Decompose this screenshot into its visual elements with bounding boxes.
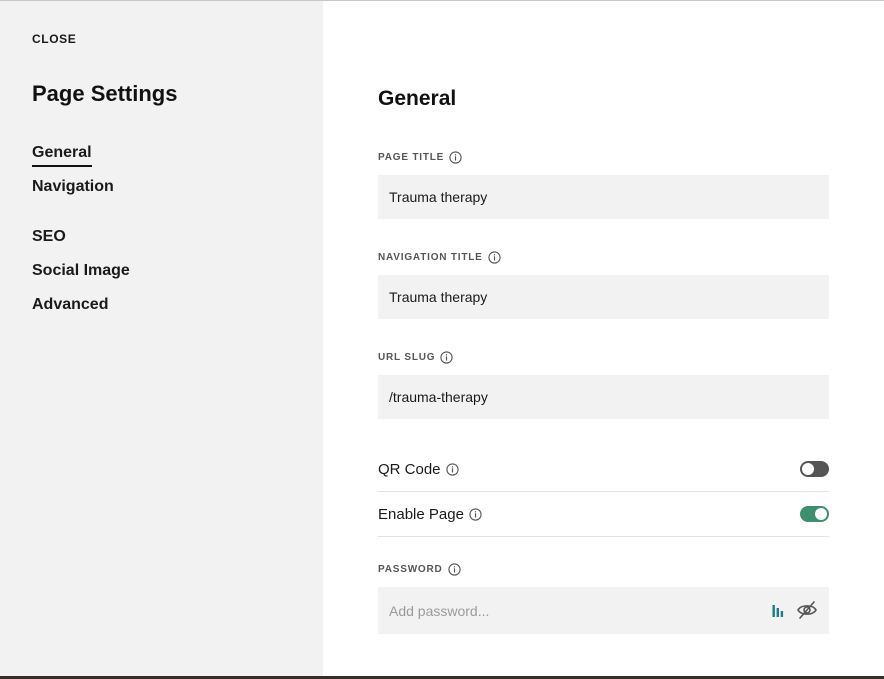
qr-code-row: QR Code [378, 447, 829, 492]
info-icon[interactable] [445, 462, 459, 476]
url-slug-label-text: URL SLUG [378, 352, 436, 363]
toggle-knob [802, 463, 814, 475]
password-label: PASSWORD [378, 563, 461, 576]
info-icon[interactable] [447, 563, 461, 576]
url-slug-label: URL SLUG [378, 351, 453, 364]
password-label-text: PASSWORD [378, 564, 443, 575]
settings-sidebar: CLOSE Page Settings General Navigation S… [0, 1, 323, 676]
navigation-title-label: NAVIGATION TITLE [378, 251, 501, 264]
sidebar-item-social-image[interactable]: Social Image [32, 262, 130, 280]
url-slug-input[interactable] [378, 375, 829, 419]
qr-code-label: QR Code [378, 461, 459, 478]
sidebar-title: Page Settings [32, 81, 178, 106]
page-title-label: PAGE TITLE [378, 151, 462, 164]
password-input[interactable] [378, 587, 758, 634]
info-icon[interactable] [440, 351, 453, 364]
close-button[interactable]: CLOSE [32, 32, 76, 46]
page-title-input[interactable] [378, 175, 829, 219]
sidebar-item-advanced[interactable]: Advanced [32, 296, 108, 314]
page-title-label-text: PAGE TITLE [378, 152, 445, 163]
enable-page-row: Enable Page [378, 492, 829, 537]
enable-page-label: Enable Page [378, 506, 482, 523]
info-icon[interactable] [449, 151, 462, 164]
sidebar-item-seo[interactable]: SEO [32, 228, 66, 246]
qr-code-toggle[interactable] [800, 461, 829, 477]
enable-page-toggle[interactable] [800, 506, 829, 522]
enable-page-label-text: Enable Page [378, 505, 464, 523]
qr-code-label-text: QR Code [378, 460, 441, 478]
section-title: General [378, 87, 457, 110]
settings-main-panel: General PAGE TITLE NAVIGATION TITLE URL … [323, 1, 884, 676]
password-field [378, 587, 829, 634]
sidebar-item-general[interactable]: General [32, 144, 92, 167]
eye-slash-icon[interactable] [796, 600, 818, 620]
sidebar-item-navigation[interactable]: Navigation [32, 178, 114, 196]
navigation-title-input[interactable] [378, 275, 829, 319]
toggle-knob [815, 508, 827, 520]
info-icon[interactable] [469, 507, 482, 521]
info-icon[interactable] [488, 251, 501, 264]
navigation-title-label-text: NAVIGATION TITLE [378, 252, 483, 263]
password-manager-icon[interactable] [772, 604, 784, 618]
